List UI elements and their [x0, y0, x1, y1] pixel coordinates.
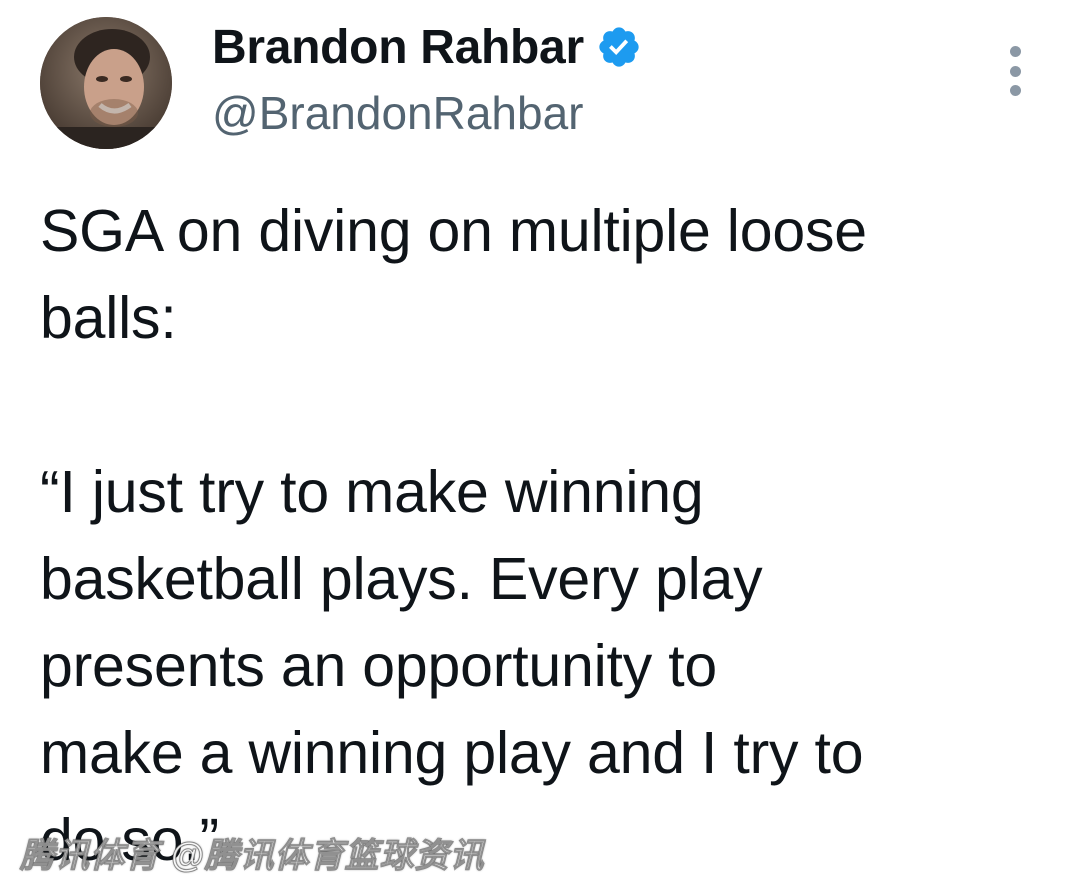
watermark: 腾讯体育 @腾讯体育篮球资讯 — [20, 837, 485, 876]
author-name-row: Brandon Rahbar — [212, 18, 642, 76]
avatar-image — [40, 17, 172, 149]
author-handle[interactable]: @BrandonRahbar — [212, 86, 642, 140]
tweet-card: Brandon Rahbar @BrandonRahbar SGA on div… — [0, 0, 1080, 885]
more-dot — [1009, 85, 1021, 96]
author-avatar[interactable] — [40, 17, 172, 149]
author-info: Brandon Rahbar @BrandonRahbar — [212, 18, 642, 140]
more-dot — [1009, 65, 1021, 77]
verified-badge-icon — [596, 24, 642, 70]
tweet-text: SGA on diving on multiple loose balls: “… — [40, 188, 1040, 884]
tweet-line: make a winning play and I try to — [40, 720, 864, 786]
tweet-line: presents an opportunity to — [40, 633, 718, 699]
tweet-line: “I just try to make winning — [40, 459, 704, 525]
tweet-line: balls: — [40, 285, 177, 351]
more-dot — [1009, 46, 1021, 57]
tweet-line: basketball plays. Every play — [40, 546, 763, 612]
tweet-line: SGA on diving on multiple loose — [40, 198, 867, 264]
tweet-line-blank — [40, 362, 1040, 449]
more-vertical-icon[interactable] — [998, 46, 1032, 96]
author-display-name[interactable]: Brandon Rahbar — [212, 20, 584, 75]
